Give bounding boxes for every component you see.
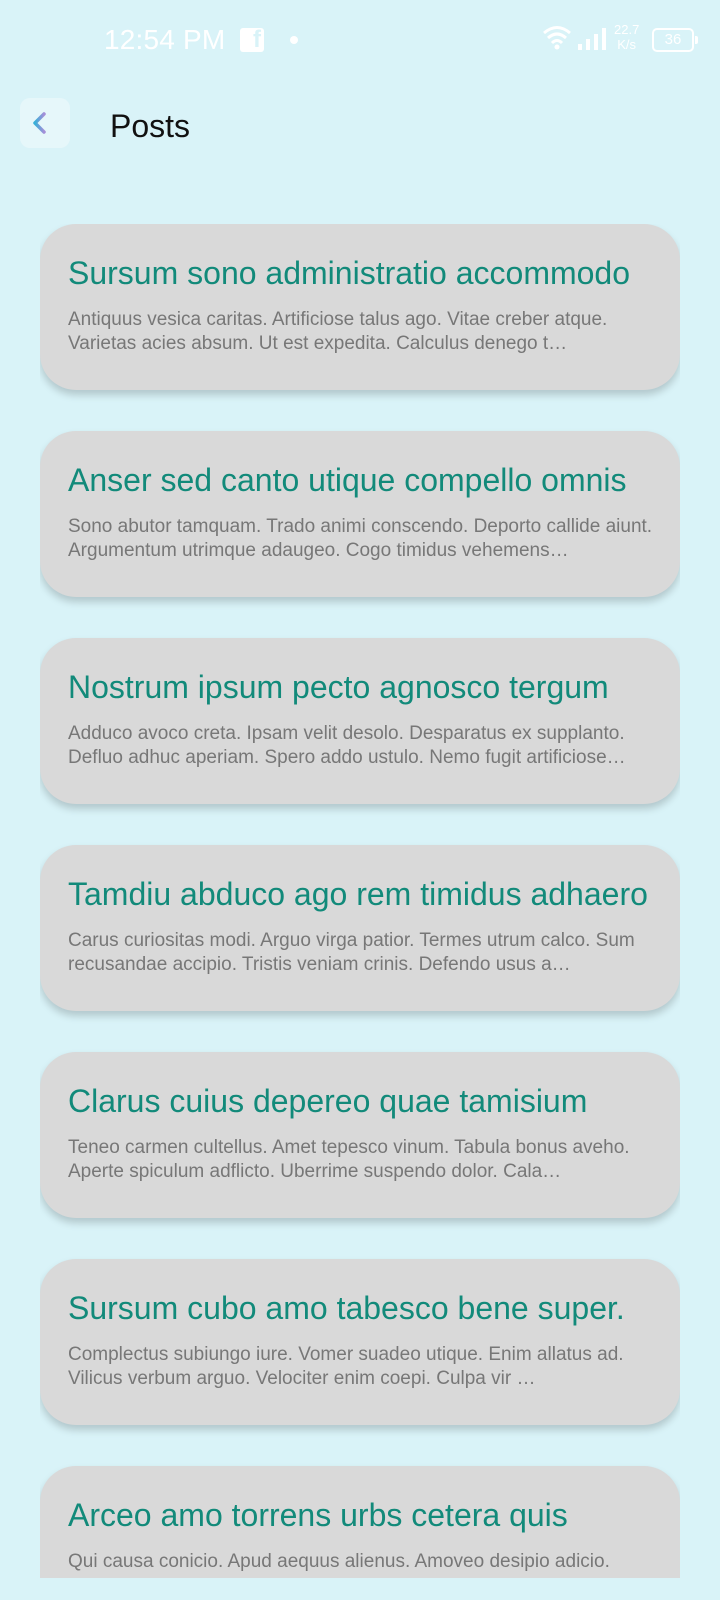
notification-dot-icon: [290, 36, 298, 44]
post-card[interactable]: Sursum sono administratio accommodo Anti…: [40, 224, 680, 390]
post-card[interactable]: Clarus cuius depereo quae tamisium Teneo…: [40, 1052, 680, 1218]
post-body: Antiquus vesica caritas. Artificiose tal…: [68, 309, 608, 354]
post-title: Anser sed canto utique compello omnis: [68, 462, 627, 498]
post-list[interactable]: Sursum sono administratio accommodo Anti…: [40, 224, 680, 1578]
post-body: Qui causa conicio. Apud aequus alienus. …: [68, 1551, 610, 1572]
battery-icon: 36: [652, 28, 698, 52]
post-card[interactable]: Sursum cubo amo tabesco bene super. Comp…: [40, 1259, 680, 1425]
post-title: Arceo amo torrens urbs cetera quis: [68, 1497, 568, 1533]
post-title: Sursum cubo amo tabesco bene super.: [68, 1290, 625, 1326]
app-header: Posts: [0, 98, 720, 152]
post-card[interactable]: Nostrum ipsum pecto agnosco tergum Adduc…: [40, 638, 680, 804]
back-button[interactable]: [20, 98, 70, 148]
post-title: Sursum sono administratio accommodo: [68, 255, 631, 291]
status-time: 12:54 PM: [104, 24, 226, 55]
network-speed-unit: K/s: [617, 37, 637, 52]
arrow-left-icon: [33, 112, 58, 134]
network-speed-value: 22.7: [614, 22, 640, 37]
post-card[interactable]: Tamdiu abduco ago rem timidus adhaero Ca…: [40, 845, 680, 1011]
post-body: Complectus subiungo iure. Vomer suadeo u…: [68, 1344, 624, 1389]
network-speed: 22.7 K/s: [614, 22, 639, 52]
status-bar: 12:54 PM f 22.7 K/s 36: [0, 0, 720, 80]
post-body: Teneo carmen cultellus. Amet tepesco vin…: [68, 1137, 630, 1182]
post-card[interactable]: Arceo amo torrens urbs cetera quis Qui c…: [40, 1466, 680, 1578]
facebook-glyph: f: [253, 26, 261, 53]
post-body: Adduco avoco creta. Ipsam velit desolo. …: [68, 723, 626, 768]
post-title: Clarus cuius depereo quae tamisium: [68, 1083, 588, 1119]
post-title: Tamdiu abduco ago rem timidus adhaero: [68, 876, 648, 912]
page-title: Posts: [110, 108, 191, 144]
facebook-icon: f: [240, 26, 264, 53]
wifi-icon: [543, 26, 571, 50]
post-body: Sono abutor tamquam. Trado animi conscen…: [68, 516, 653, 561]
battery-level: 36: [664, 31, 682, 48]
post-title: Nostrum ipsum pecto agnosco tergum: [68, 669, 609, 705]
post-card[interactable]: Anser sed canto utique compello omnis So…: [40, 431, 680, 597]
signal-icon: [578, 28, 606, 50]
post-body: Carus curiositas modi. Arguo virga patio…: [68, 930, 635, 975]
